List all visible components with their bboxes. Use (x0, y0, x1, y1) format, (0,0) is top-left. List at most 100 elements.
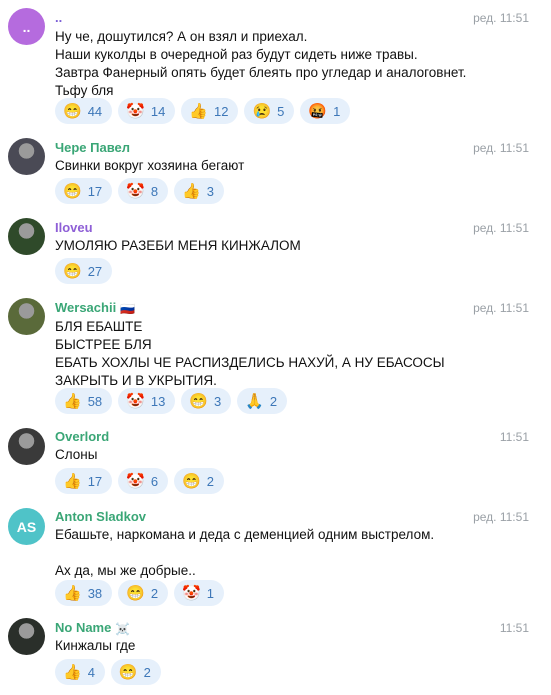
message-text: УМОЛЯЮ РАЗЕБИ МЕНЯ КИНЖАЛОМ (55, 238, 301, 253)
reaction-pill[interactable]: 🤡 8 (118, 178, 169, 204)
pray-icon: 🙏 (245, 392, 264, 410)
reaction-pill[interactable]: 😁 2 (174, 468, 224, 494)
author-name[interactable]: Iloveu (55, 220, 93, 236)
reaction-count: 58 (87, 393, 103, 409)
avatar-photo[interactable] (8, 618, 45, 655)
author-name[interactable]: Wersachii 🇷🇺 (55, 300, 135, 317)
clown-icon: 🤡 (126, 472, 145, 490)
reaction-pill[interactable]: 👍 38 (55, 580, 113, 606)
reaction-pill[interactable]: 🤡 1 (174, 580, 224, 606)
avatar-photo[interactable] (8, 428, 45, 465)
avatar-photo[interactable] (8, 138, 45, 175)
reaction-count: 3 (206, 183, 214, 199)
reaction-pill[interactable]: 🤡 14 (118, 98, 176, 124)
reaction-pill[interactable]: 😁 27 (55, 258, 113, 284)
reaction-pill[interactable]: 👍 12 (181, 98, 239, 124)
message-time: ред. 11:51 (473, 141, 529, 155)
reaction-count: 38 (87, 585, 103, 601)
grin-icon: 😁 (126, 584, 145, 602)
message-time: 11:51 (499, 430, 529, 444)
reaction-count: 8 (150, 183, 159, 199)
reaction-count: 4 (87, 664, 95, 680)
reaction-count: 17 (87, 473, 103, 489)
reaction-pill[interactable]: 😁 2 (118, 580, 169, 606)
message-text: Слоны (55, 447, 98, 462)
thumbs-up-icon: 👍 (63, 472, 82, 490)
author-name[interactable]: .. (55, 10, 62, 26)
message-time: ред. 11:51 (473, 301, 529, 315)
reactions-row: 👍 38 😁 2 🤡 1 (55, 580, 224, 606)
reaction-pill[interactable]: 🤬 1 (300, 98, 351, 124)
grin-icon: 😁 (63, 102, 82, 120)
author-name-text: Wersachii (55, 300, 117, 315)
author-name[interactable]: No Name ☠️ (55, 620, 130, 637)
reaction-count: 5 (277, 103, 285, 119)
reaction-count: 12 (214, 103, 229, 119)
reaction-pill[interactable]: 👍 3 (174, 178, 224, 204)
message-time: ред. 11:51 (473, 11, 529, 25)
message-time: ред. 11:51 (473, 221, 529, 235)
reactions-row: 👍 17 🤡 6 😁 2 (55, 468, 224, 494)
reaction-count: 1 (333, 103, 341, 119)
message-text: Кинжалы где (55, 638, 136, 653)
reaction-pill[interactable]: 🤡 13 (118, 388, 176, 414)
grin-icon: 😁 (189, 392, 208, 410)
message-time: ред. 11:51 (473, 510, 529, 524)
message-text: Свинки вокруг хозяина бегают (55, 158, 245, 173)
message-text: Ну че, дошутился? А он взял и приехал. Н… (55, 29, 467, 98)
reaction-pill[interactable]: 😁 2 (110, 659, 161, 685)
clown-icon: 🤡 (126, 182, 145, 200)
clown-icon: 🤡 (126, 392, 145, 410)
thumbs-up-icon: 👍 (63, 584, 82, 602)
reaction-pill[interactable]: 👍 17 (55, 468, 113, 494)
avatar-initials: .. (22, 18, 31, 35)
reactions-row: 😁 17 🤡 8 👍 3 (55, 178, 224, 204)
reaction-pill[interactable]: 😁 17 (55, 178, 113, 204)
message-text: Ебашьте, наркомана и деда с деменцией од… (55, 527, 435, 578)
reaction-count: 1 (206, 585, 214, 601)
avatar-photo[interactable] (8, 298, 45, 335)
reactions-row: 😁 44 🤡 14 👍 12 😢 5 🤬 1 (55, 98, 351, 124)
author-name[interactable]: Чере Павел (55, 140, 130, 156)
reaction-count: 2 (150, 585, 159, 601)
grin-icon: 😁 (63, 182, 82, 200)
reaction-pill[interactable]: 😁 44 (55, 98, 113, 124)
thumbs-up-icon: 👍 (182, 182, 201, 200)
author-name[interactable]: Anton Sladkov (55, 509, 146, 525)
thumbs-up-icon: 👍 (189, 102, 208, 120)
author-name-text: No Name (55, 620, 112, 635)
reaction-pill[interactable]: 😢 5 (244, 98, 295, 124)
reaction-count: 14 (150, 103, 166, 119)
reactions-row: 😁 27 (55, 258, 113, 284)
thumbs-up-icon: 👍 (63, 392, 82, 410)
grin-icon: 😁 (182, 472, 201, 490)
reaction-pill[interactable]: 🙏 2 (237, 388, 288, 414)
avatar-photo[interactable] (8, 218, 45, 255)
reaction-pill[interactable]: 🤡 6 (118, 468, 169, 494)
reaction-count: 13 (150, 393, 166, 409)
reaction-count: 6 (150, 473, 159, 489)
clown-icon: 🤡 (182, 584, 201, 602)
message-text: БЛЯ ЕБАШТЕ БЫСТРЕЕ БЛЯ ЕБАТЬ ХОХЛЫ ЧЕ РА… (55, 319, 445, 388)
reaction-count: 2 (206, 473, 214, 489)
reaction-pill[interactable]: 👍 4 (55, 659, 105, 685)
grin-icon: 😁 (63, 262, 82, 280)
reaction-count: 44 (87, 103, 103, 119)
grin-icon: 😁 (118, 663, 138, 681)
skull-crossbones-icon: ☠️ (115, 622, 131, 636)
reaction-pill[interactable]: 👍 58 (55, 388, 113, 414)
thumbs-up-icon: 👍 (63, 663, 82, 681)
reactions-row: 👍 4 😁 2 (55, 659, 161, 685)
reaction-count: 27 (87, 263, 103, 279)
reaction-count: 2 (269, 393, 278, 409)
reaction-count: 2 (143, 664, 151, 680)
avatar-initials: AS (16, 518, 37, 535)
avatar[interactable]: AS (8, 508, 45, 545)
message-time: 11:51 (499, 621, 529, 635)
avatar[interactable]: .. (8, 8, 45, 45)
clown-icon: 🤡 (126, 102, 145, 120)
author-name[interactable]: Overlord (55, 429, 109, 445)
reaction-pill[interactable]: 😁 3 (181, 388, 232, 414)
reactions-row: 👍 58 🤡 13 😁 3 🙏 2 (55, 388, 288, 414)
cursing-icon: 🤬 (308, 102, 328, 120)
